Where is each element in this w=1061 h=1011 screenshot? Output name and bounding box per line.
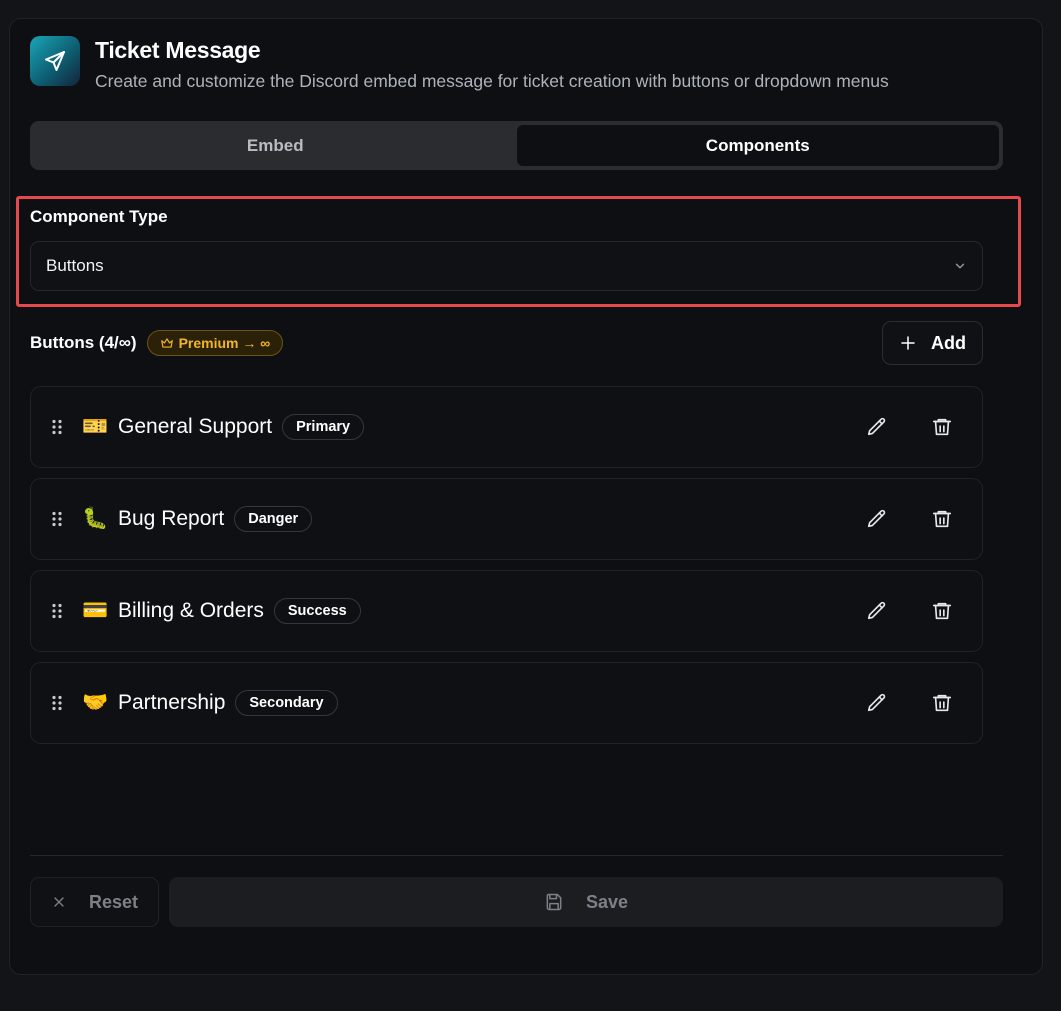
ticket-emoji-icon: 🎫 bbox=[82, 415, 109, 438]
button-label: Partnership bbox=[118, 691, 226, 714]
style-badge: Primary bbox=[282, 414, 365, 440]
style-badge: Success bbox=[273, 598, 361, 624]
page-subtitle: Create and customize the Discord embed m… bbox=[95, 71, 889, 91]
list-item[interactable]: 🎫 General Support Primary bbox=[30, 386, 983, 468]
page-title: Ticket Message bbox=[95, 37, 261, 63]
pencil-icon[interactable] bbox=[866, 692, 888, 714]
drag-handle-icon[interactable] bbox=[51, 511, 63, 527]
save-icon bbox=[546, 893, 562, 911]
buttons-count-title: Buttons (4/∞) bbox=[30, 333, 137, 352]
premium-badge[interactable]: Premium → ∞ bbox=[146, 330, 284, 356]
style-badge: Secondary bbox=[235, 690, 338, 716]
header: Ticket Message Create and customize the … bbox=[30, 36, 889, 92]
list-item[interactable]: 💳 Billing & Orders Success bbox=[30, 570, 983, 652]
trash-icon[interactable] bbox=[931, 416, 953, 438]
tab-components[interactable]: Components bbox=[516, 125, 999, 166]
trash-icon[interactable] bbox=[931, 508, 953, 530]
pencil-icon[interactable] bbox=[866, 508, 888, 530]
drag-handle-icon[interactable] bbox=[51, 695, 63, 711]
pencil-icon[interactable] bbox=[866, 600, 888, 622]
style-badge: Danger bbox=[234, 506, 313, 532]
footer-divider bbox=[30, 855, 1003, 856]
add-label: Add bbox=[931, 332, 966, 353]
add-button[interactable]: Add bbox=[882, 321, 983, 365]
reset-label: Reset bbox=[88, 891, 139, 912]
premium-label: Premium → ∞ bbox=[178, 335, 271, 351]
tab-embed[interactable]: Embed bbox=[34, 125, 517, 166]
component-type-select[interactable]: Buttons bbox=[30, 241, 983, 291]
close-icon bbox=[54, 897, 64, 907]
button-label: General Support bbox=[118, 415, 273, 438]
handshake-emoji-icon: 🤝 bbox=[82, 691, 109, 714]
save-label: Save bbox=[585, 891, 629, 912]
list-item[interactable]: 🐛 Bug Report Danger bbox=[30, 478, 983, 560]
paper-plane-icon bbox=[30, 36, 80, 86]
component-type-value: Buttons bbox=[46, 256, 104, 275]
drag-handle-icon[interactable] bbox=[51, 603, 63, 619]
trash-icon[interactable] bbox=[931, 600, 953, 622]
reset-button[interactable]: Reset bbox=[30, 877, 159, 927]
credit-card-emoji-icon: 💳 bbox=[82, 599, 109, 622]
tab-bar: Embed Components bbox=[30, 121, 1003, 170]
trash-icon[interactable] bbox=[931, 692, 953, 714]
button-label: Bug Report bbox=[118, 507, 225, 530]
list-item[interactable]: 🤝 Partnership Secondary bbox=[30, 662, 983, 744]
pencil-icon[interactable] bbox=[866, 416, 888, 438]
chevron-down-icon bbox=[955, 263, 965, 269]
component-type-label: Component Type bbox=[30, 207, 168, 226]
crown-icon bbox=[160, 338, 173, 348]
button-label: Billing & Orders bbox=[118, 599, 264, 622]
bug-emoji-icon: 🐛 bbox=[82, 507, 109, 530]
save-button[interactable]: Save bbox=[169, 877, 1003, 927]
drag-handle-icon[interactable] bbox=[51, 419, 63, 435]
plus-icon bbox=[901, 336, 915, 350]
buttons-section-header: Buttons (4/∞) Premium → ∞ bbox=[30, 330, 284, 356]
